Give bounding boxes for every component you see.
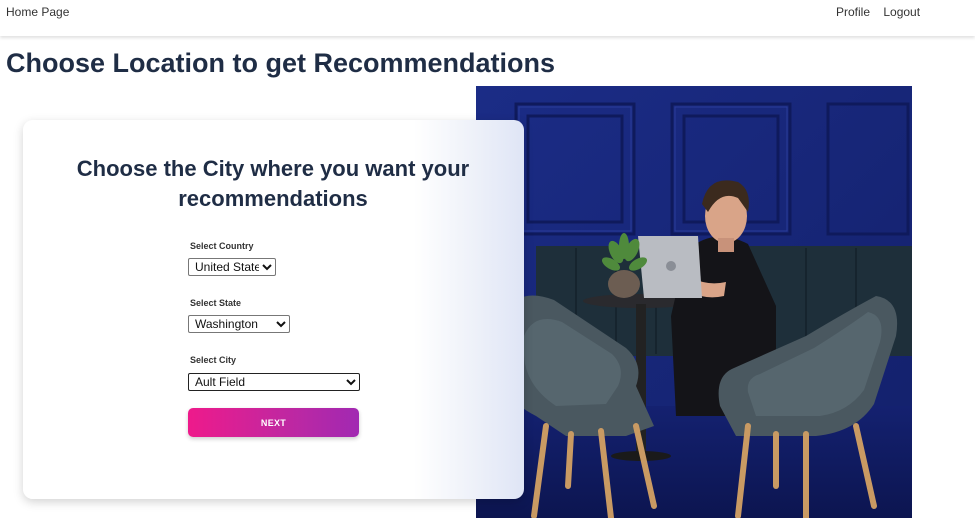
card-title: Choose the City where you want your reco…: [76, 156, 470, 211]
select-state-label: Select State: [190, 298, 242, 308]
select-city-label: Select City: [190, 355, 237, 365]
nav-right-links: Profile Logout: [836, 5, 930, 19]
location-selection-card: Choose the City where you want your reco…: [23, 120, 524, 499]
country-select[interactable]: United States: [188, 258, 276, 276]
profile-link[interactable]: Profile: [836, 5, 870, 19]
state-select[interactable]: Washington: [188, 315, 290, 333]
select-country-label: Select Country: [190, 241, 254, 251]
top-navbar: Home Page Profile Logout: [0, 0, 975, 36]
city-select[interactable]: Ault Field: [188, 373, 360, 391]
home-page-link[interactable]: Home Page: [6, 5, 69, 19]
person-at-laptop-photo: [476, 86, 912, 518]
next-button[interactable]: NEXT: [188, 408, 359, 437]
page-title: Choose Location to get Recommendations: [6, 48, 556, 78]
logout-link[interactable]: Logout: [883, 5, 920, 19]
